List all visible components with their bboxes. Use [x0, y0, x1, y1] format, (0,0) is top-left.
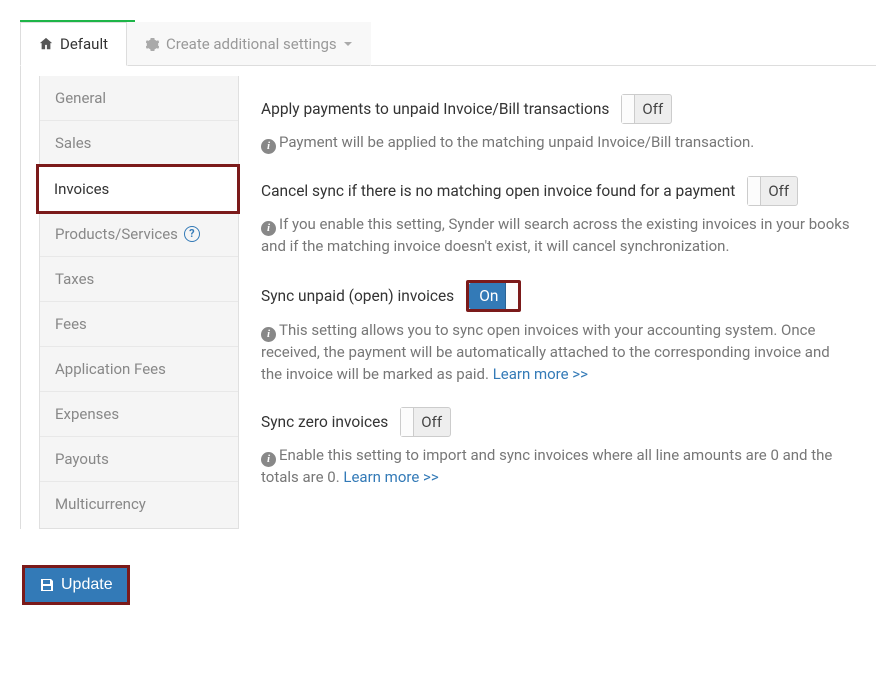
learn-more-sync-unpaid[interactable]: Learn more >> [493, 365, 588, 383]
settings-main-panel: Apply payments to unpaid Invoice/Bill tr… [239, 76, 876, 529]
info-icon: i [261, 221, 276, 236]
setting-cancel-sync-label: Cancel sync if there is no matching open… [261, 182, 735, 200]
toggle-apply-payments[interactable]: Off [621, 94, 672, 124]
sidebar-item-sales[interactable]: Sales [40, 121, 238, 166]
toggle-sync-unpaid[interactable]: On [469, 283, 518, 309]
setting-apply-payments-label: Apply payments to unpaid Invoice/Bill tr… [261, 100, 609, 118]
setting-sync-unpaid-label: Sync unpaid (open) invoices [261, 287, 454, 305]
tab-default-label: Default [60, 35, 108, 53]
save-icon [39, 577, 55, 593]
tab-create-additional[interactable]: Create additional settings [127, 22, 371, 66]
sidebar-item-products-services[interactable]: Products/Services ? [40, 212, 238, 257]
help-icon[interactable]: ? [184, 226, 200, 242]
home-icon [39, 37, 53, 51]
sidebar-item-invoices[interactable]: Invoices [36, 164, 240, 214]
help-sync-zero: iEnable this setting to import and sync … [261, 445, 854, 489]
learn-more-sync-zero[interactable]: Learn more >> [343, 468, 438, 486]
info-icon: i [261, 327, 276, 342]
settings-sidebar: General Sales Invoices Products/Services… [39, 76, 239, 529]
sidebar-item-multicurrency[interactable]: Multicurrency [40, 482, 238, 526]
help-cancel-sync: iIf you enable this setting, Synder will… [261, 214, 854, 258]
update-button[interactable]: Update [25, 568, 127, 602]
sidebar-item-fees[interactable]: Fees [40, 302, 238, 347]
sidebar-item-payouts[interactable]: Payouts [40, 437, 238, 482]
sidebar-item-taxes[interactable]: Taxes [40, 257, 238, 302]
update-button-label: Update [61, 576, 113, 594]
toggle-sync-zero[interactable]: Off [400, 407, 451, 437]
info-icon: i [261, 139, 276, 154]
help-apply-payments: iPayment will be applied to the matching… [261, 132, 854, 154]
help-sync-unpaid: iThis setting allows you to sync open in… [261, 320, 854, 386]
toggle-cancel-sync[interactable]: Off [747, 176, 798, 206]
tab-create-additional-label: Create additional settings [166, 35, 337, 53]
chevron-down-icon [344, 42, 352, 46]
info-icon: i [261, 452, 276, 467]
sidebar-item-expenses[interactable]: Expenses [40, 392, 238, 437]
tab-default[interactable]: Default [20, 22, 127, 66]
sidebar-item-general[interactable]: General [40, 76, 238, 121]
gear-icon [146, 38, 159, 51]
sidebar-item-application-fees[interactable]: Application Fees [40, 347, 238, 392]
setting-sync-zero-label: Sync zero invoices [261, 413, 388, 431]
settings-tabs: Default Create additional settings [20, 22, 876, 66]
